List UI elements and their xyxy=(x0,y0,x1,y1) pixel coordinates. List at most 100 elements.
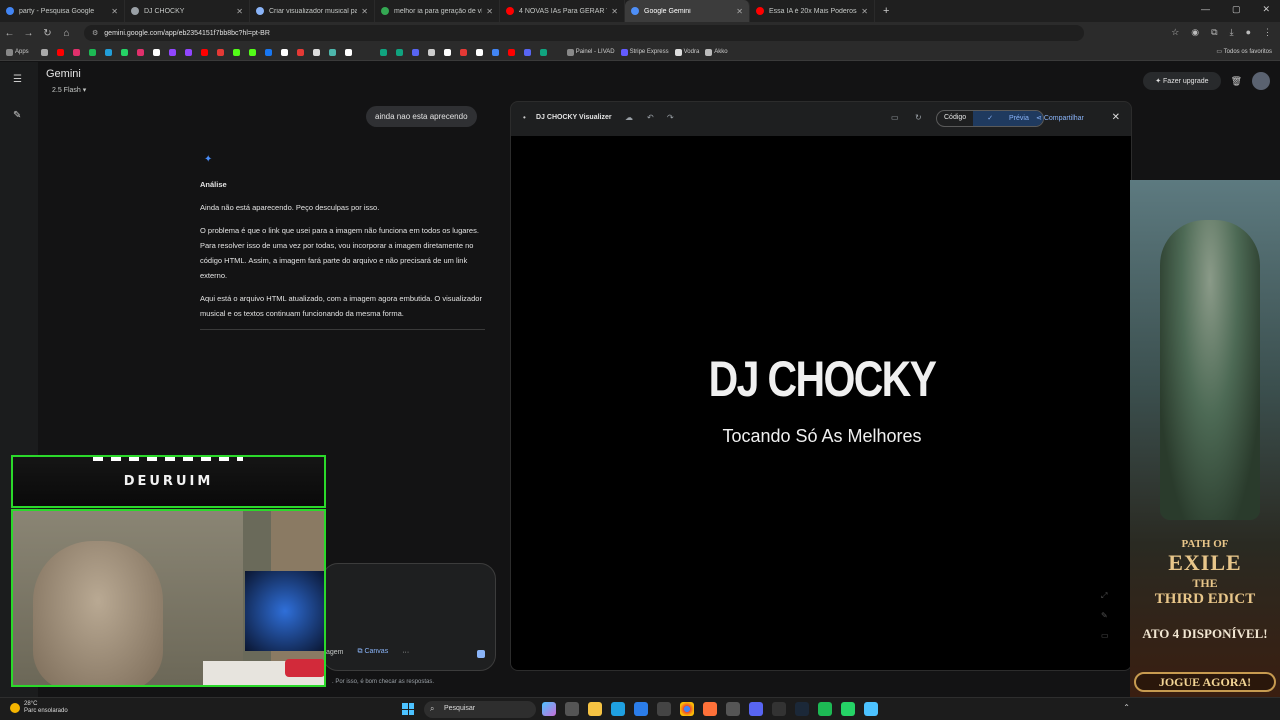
trash-icon[interactable]: 🗑 xyxy=(1231,76,1242,87)
weather-widget[interactable]: 28°C Parc ensolarado xyxy=(10,701,68,715)
bookmark-favicon-icon[interactable] xyxy=(168,48,176,56)
edge-icon[interactable] xyxy=(611,702,625,716)
menu-kebab-icon[interactable]: ⋮ xyxy=(1263,27,1272,38)
close-icon[interactable]: ✕ xyxy=(111,7,118,16)
close-window-icon[interactable]: ✕ xyxy=(1262,4,1270,15)
bookmark-favicon-icon[interactable] xyxy=(491,48,499,56)
bookmark-favicon-icon[interactable] xyxy=(120,48,128,56)
bookmark-favicon-icon[interactable] xyxy=(152,48,160,56)
close-icon[interactable]: ✕ xyxy=(861,7,868,16)
home-icon[interactable]: ⌂ xyxy=(57,28,76,39)
bookmark-favicon-icon[interactable] xyxy=(184,48,192,56)
bookmark-favicon-icon[interactable] xyxy=(136,48,144,56)
steam-icon[interactable] xyxy=(795,702,809,716)
close-icon[interactable]: ✕ xyxy=(486,7,493,16)
close-icon[interactable]: ✕ xyxy=(361,7,368,16)
bookmark-favicon-icon[interactable] xyxy=(475,48,483,56)
bookmark-favicon-icon[interactable] xyxy=(280,48,288,56)
redo-icon[interactable]: ↷ xyxy=(667,113,674,122)
comment-icon[interactable]: ▭ xyxy=(1101,631,1109,640)
extension-icon[interactable]: ◉ xyxy=(1191,27,1199,38)
bookmark-apps[interactable]: Apps xyxy=(6,48,29,56)
discord-icon[interactable] xyxy=(749,702,763,716)
address-bar[interactable]: ⚙ gemini.google.com/app/eb2354151f7bb8bc… xyxy=(84,25,1084,41)
ad-cta-button[interactable]: JOGUE AGORA! xyxy=(1134,672,1276,692)
bookmark-favicon-icon[interactable] xyxy=(88,48,96,56)
minimize-icon[interactable]: — xyxy=(1201,4,1210,15)
bookmark-favicon-icon[interactable] xyxy=(56,48,64,56)
bookmark-stripe-express[interactable]: Stripe Express xyxy=(620,48,669,56)
tab-google-gemini[interactable]: Google Gemini ✕ xyxy=(625,0,750,22)
windows-start-icon[interactable] xyxy=(402,703,414,715)
firefox-icon[interactable] xyxy=(703,702,717,716)
bookmark-akko[interactable]: Akko xyxy=(705,48,728,56)
new-tab-icon[interactable]: + xyxy=(883,5,889,17)
bookmark-favicon-icon[interactable] xyxy=(216,48,224,56)
expand-icon[interactable]: ⤢ xyxy=(1101,591,1107,601)
obs-icon[interactable] xyxy=(772,702,786,716)
site-info-icon[interactable]: ⚙ xyxy=(92,29,98,37)
tab-criar-visualizador[interactable]: Criar visualizador musical para ✕ xyxy=(250,0,375,22)
bookmark-painel-livad[interactable]: Painel - LIVAD xyxy=(566,48,615,56)
bookmark-star-icon[interactable]: ☆ xyxy=(1171,27,1179,38)
game-advertisement[interactable]: PATH OF EXILE THE THIRD EDICT ATO 4 DISP… xyxy=(1130,180,1280,700)
new-chat-icon[interactable]: ✎ xyxy=(13,110,21,121)
bookmark-favicon-icon[interactable] xyxy=(427,48,435,56)
bookmark-favicon-icon[interactable] xyxy=(328,48,336,56)
bookmark-favicon-icon[interactable] xyxy=(411,48,419,56)
extensions-puzzle-icon[interactable]: ⧉ xyxy=(1211,27,1217,38)
bookmark-favicon-icon[interactable] xyxy=(443,48,451,56)
bookmark-favicon-icon[interactable] xyxy=(232,48,240,56)
app-icon[interactable] xyxy=(726,702,740,716)
spotify-icon[interactable] xyxy=(818,702,832,716)
upgrade-button[interactable]: ✦ Fazer upgrade xyxy=(1143,72,1221,90)
back-icon[interactable]: ← xyxy=(0,28,19,39)
bookmark-favicon-icon[interactable] xyxy=(40,48,48,56)
stop-button[interactable] xyxy=(477,650,485,658)
download-icon[interactable]: ⤓ xyxy=(1230,27,1234,38)
edit-icon[interactable]: ✎ xyxy=(1101,611,1108,620)
terminal-icon[interactable] xyxy=(657,702,671,716)
close-icon[interactable]: ✕ xyxy=(1112,112,1120,123)
notepad-icon[interactable] xyxy=(864,702,878,716)
tab-melhor-ia[interactable]: melhor ia para geração de víde ✕ xyxy=(375,0,500,22)
tab-youtube-essa-ia[interactable]: Essa IA é 20x Mais Poderosa qu ✕ xyxy=(750,0,875,22)
cloud-save-icon[interactable]: ☁ xyxy=(625,113,633,122)
maximize-icon[interactable]: ▢ xyxy=(1232,4,1241,15)
whatsapp-icon[interactable] xyxy=(841,702,855,716)
close-icon[interactable]: ✕ xyxy=(611,7,618,16)
reload-icon[interactable]: ↻ xyxy=(38,28,57,39)
close-icon[interactable]: ✕ xyxy=(236,7,243,16)
bookmark-favicon-icon[interactable] xyxy=(296,48,304,56)
bookmark-favicon-icon[interactable] xyxy=(344,48,352,56)
model-selector[interactable]: 2.5 Flash ▾ xyxy=(52,86,86,94)
bookmark-favicon-icon[interactable] xyxy=(312,48,320,56)
tab-youtube-novas-ias[interactable]: 4 NOVAS IAs Para GERAR VÍDE ✕ xyxy=(500,0,625,22)
forward-icon[interactable]: → xyxy=(19,28,38,39)
code-tab[interactable]: Código xyxy=(937,111,973,126)
tab-dj-chocky[interactable]: DJ CHOCKY ✕ xyxy=(125,0,250,22)
more-tools-icon[interactable]: ··· xyxy=(402,649,409,656)
profile-icon[interactable]: ● xyxy=(1246,27,1251,38)
chrome-icon[interactable] xyxy=(680,702,694,716)
canvas-toggle[interactable]: ⧉ Canvas xyxy=(358,648,389,656)
file-explorer-icon[interactable] xyxy=(588,702,602,716)
store-icon[interactable] xyxy=(634,702,648,716)
tray-chevron-icon[interactable]: ⌃ xyxy=(1123,703,1130,712)
bookmark-favicon-icon[interactable] xyxy=(539,48,547,56)
bookmark-favicon-icon[interactable] xyxy=(264,48,272,56)
bookmark-favicon-icon[interactable] xyxy=(507,48,515,56)
bookmark-favicon-icon[interactable] xyxy=(523,48,531,56)
bookmark-favicon-icon[interactable] xyxy=(200,48,208,56)
bookmark-favicon-icon[interactable] xyxy=(459,48,467,56)
avatar[interactable] xyxy=(1252,72,1270,90)
bookmark-favicon-icon[interactable] xyxy=(379,48,387,56)
console-icon[interactable]: ▭ xyxy=(891,113,899,122)
undo-icon[interactable]: ↶ xyxy=(647,113,654,122)
share-button[interactable]: ⋖ Compartilhar xyxy=(1036,114,1084,122)
hamburger-menu-icon[interactable]: ☰ xyxy=(13,74,22,85)
tab-party-search[interactable]: party - Pesquisa Google ✕ xyxy=(0,0,125,22)
all-bookmarks-folder[interactable]: ▭ Todos os favoritos xyxy=(1216,48,1272,55)
bookmark-favicon-icon[interactable] xyxy=(395,48,403,56)
task-view-icon[interactable] xyxy=(565,702,579,716)
